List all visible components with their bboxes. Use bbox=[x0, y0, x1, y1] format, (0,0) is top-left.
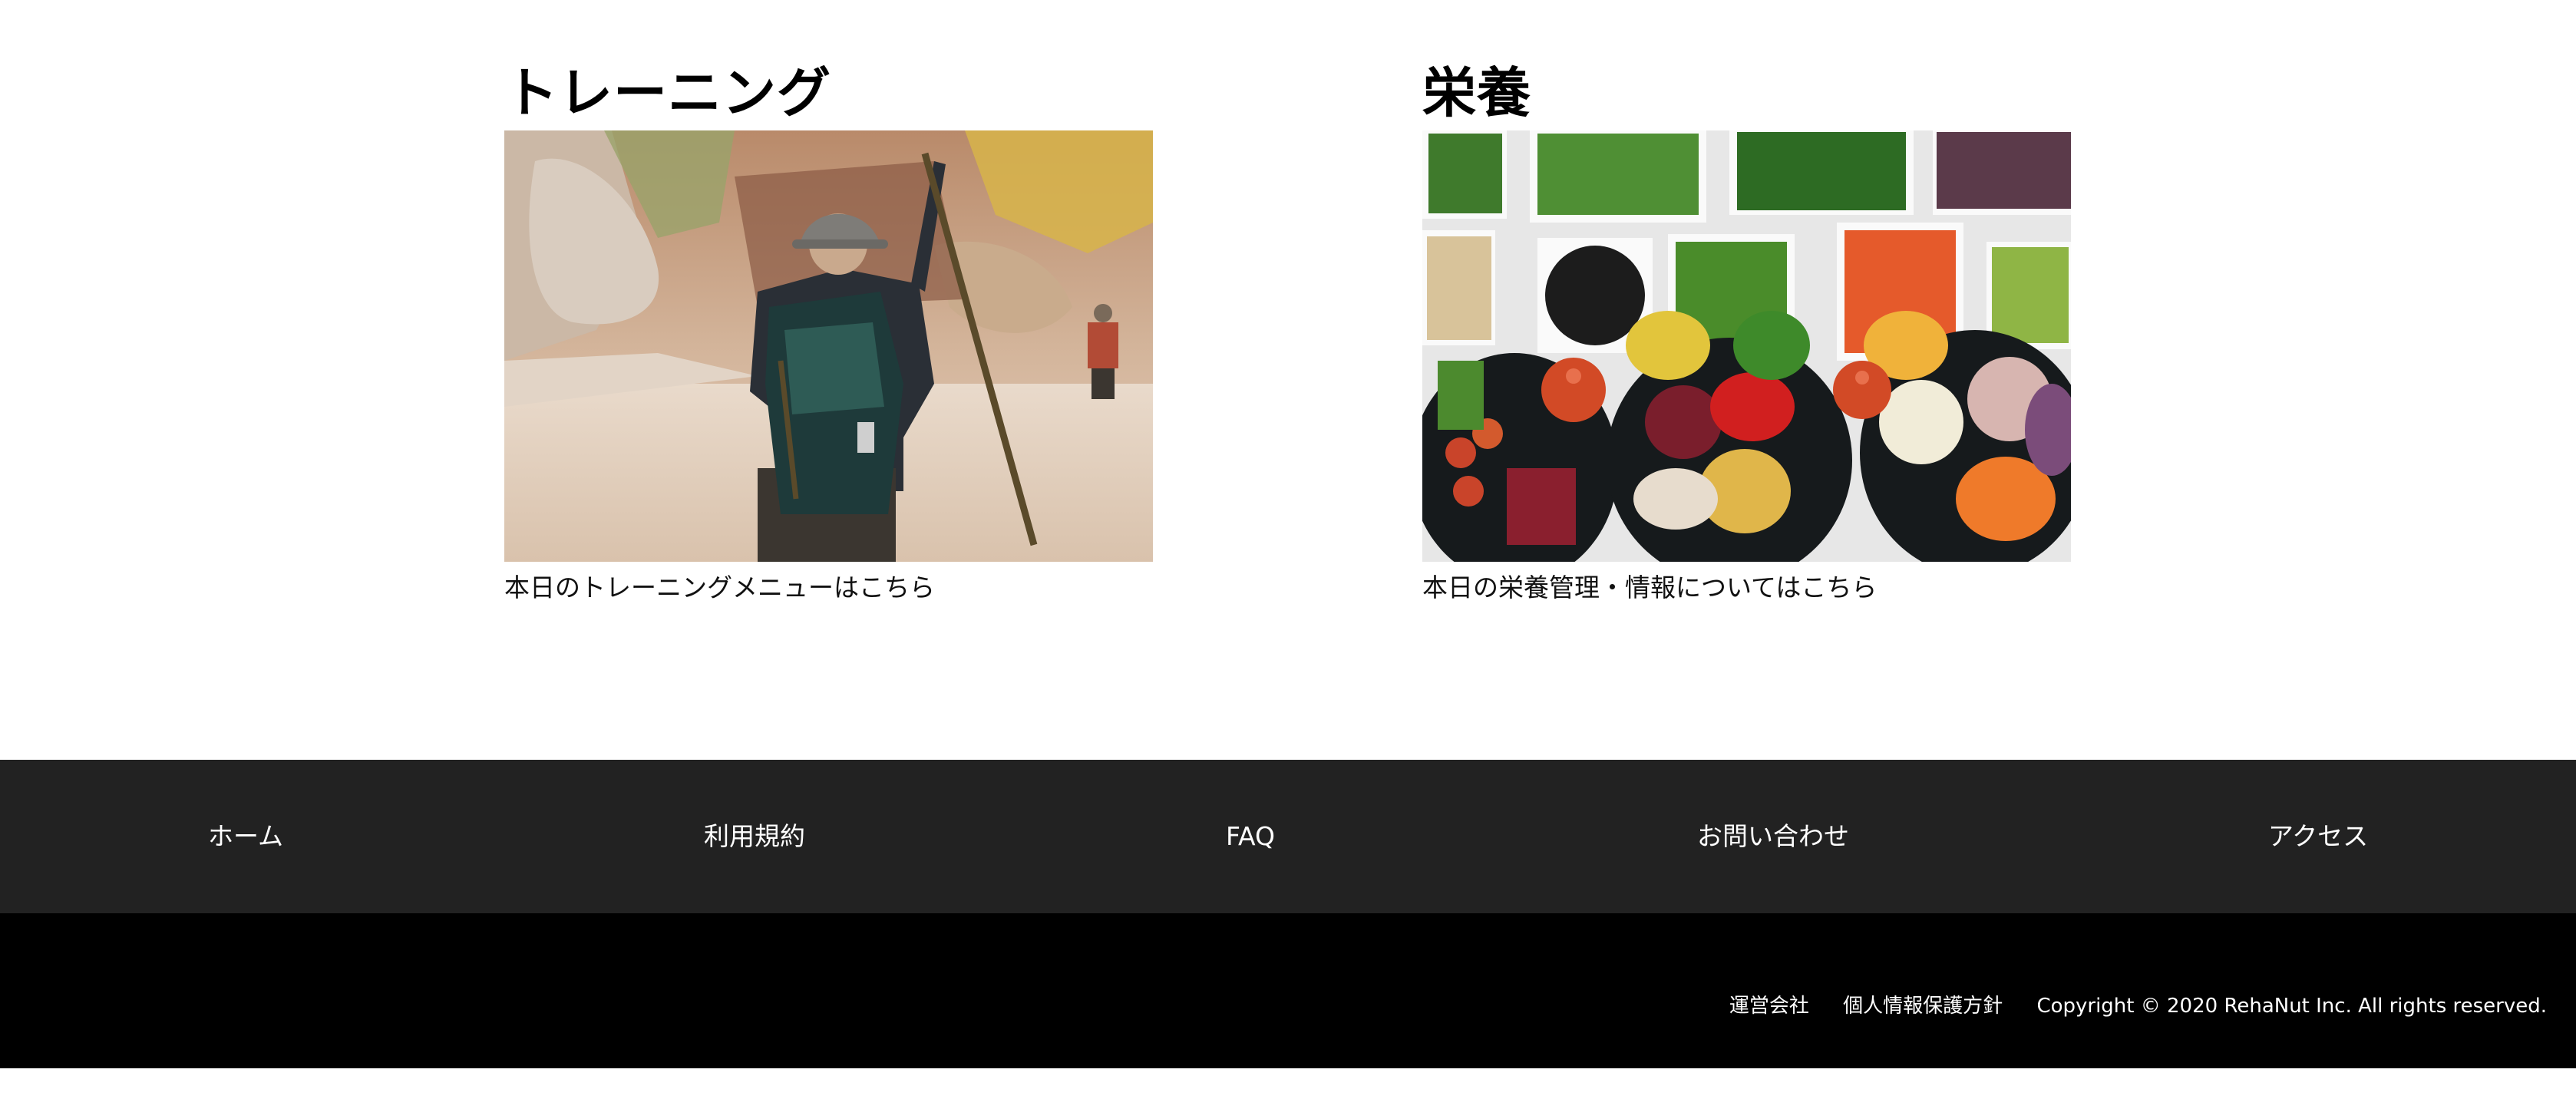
training-card: トレーニング 本日のトレーニングメニューはこちら bbox=[504, 55, 1153, 605]
copyright-text: Copyright © 2020 RehaNut Inc. All rights… bbox=[2036, 995, 2547, 1018]
footer-nav-faq[interactable]: FAQ bbox=[1226, 760, 1275, 913]
nutrition-card: 栄養 本日の栄養管理・情報についてはこちら bbox=[1422, 55, 2071, 605]
footer-nav-contact[interactable]: お問い合わせ bbox=[1697, 760, 1849, 913]
training-title: トレーニング bbox=[504, 61, 831, 124]
footer-nav-access[interactable]: アクセス bbox=[2268, 760, 2368, 913]
footer-navigation: ホーム 利用規約 FAQ お問い合わせ アクセス bbox=[0, 760, 2576, 913]
training-image[interactable] bbox=[504, 130, 1153, 562]
footer-bottom: 運営会社 個人情報保護方針 Copyright © 2020 RehaNut I… bbox=[0, 913, 2576, 1068]
footer-nav-home[interactable]: ホーム bbox=[208, 760, 283, 913]
nutrition-image[interactable] bbox=[1422, 130, 2071, 562]
company-link[interactable]: 運営会社 bbox=[1729, 995, 1809, 1018]
footer-nav-terms[interactable]: 利用規約 bbox=[704, 760, 805, 913]
nutrition-title: 栄養 bbox=[1422, 61, 1531, 124]
hiker-photo-illustration bbox=[504, 130, 1153, 562]
main-content: トレーニング 本日のトレーニングメニューはこちら 栄養 本日の栄養管理・情報につ… bbox=[0, 0, 2576, 760]
vegetable-platter-illustration bbox=[1422, 130, 2071, 562]
nutrition-link[interactable]: 本日の栄養管理・情報についてはこちら bbox=[1422, 571, 2071, 605]
footer-legal-links: 運営会社 個人情報保護方針 Copyright © 2020 RehaNut I… bbox=[1729, 913, 2547, 1099]
privacy-policy-link[interactable]: 個人情報保護方針 bbox=[1843, 995, 2003, 1018]
training-link[interactable]: 本日のトレーニングメニューはこちら bbox=[504, 571, 1153, 605]
